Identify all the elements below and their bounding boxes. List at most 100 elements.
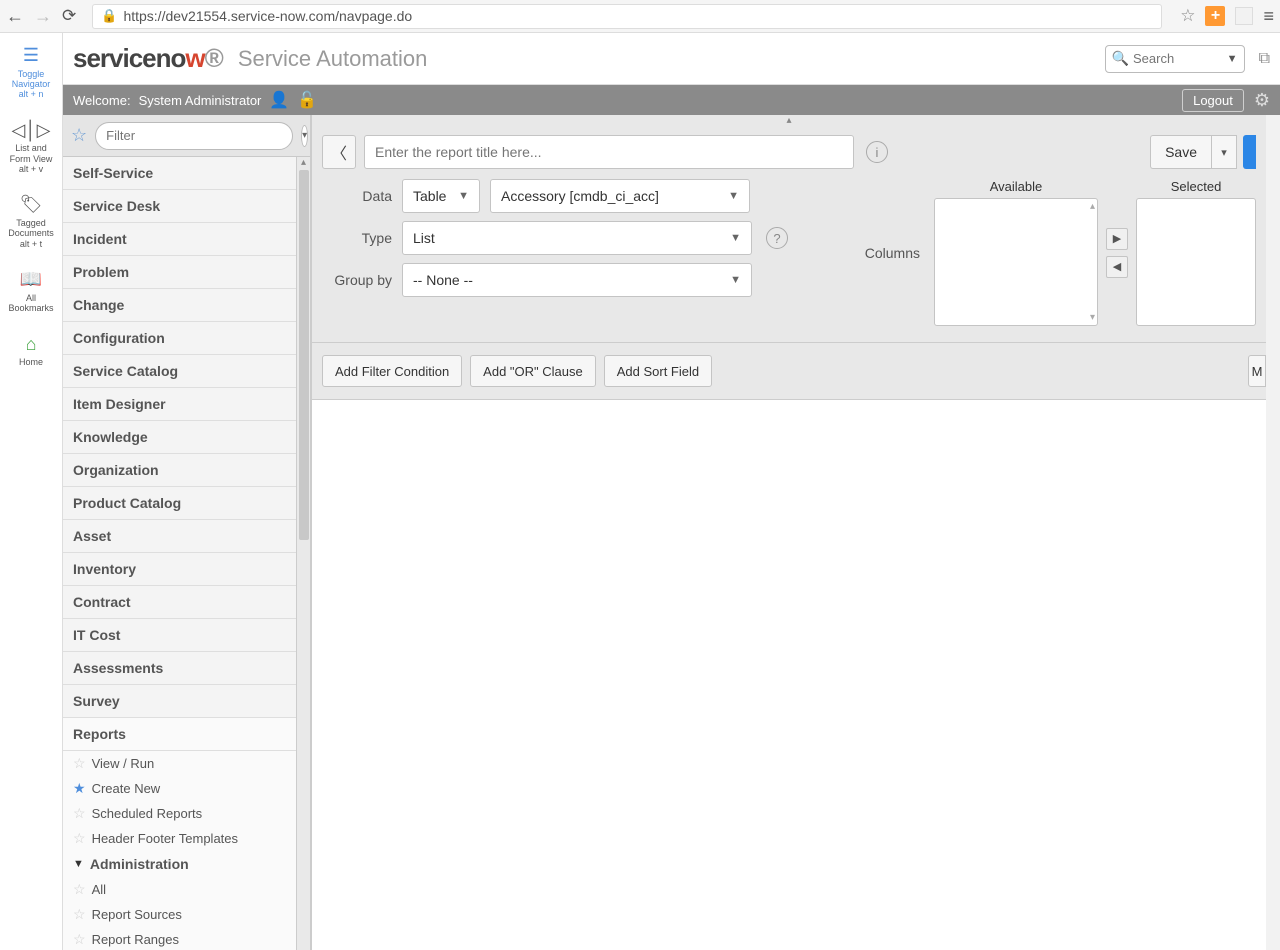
favorites-star-icon[interactable]: ☆: [71, 125, 87, 146]
global-search-input[interactable]: [1133, 51, 1223, 66]
move-left-button[interactable]: ◀: [1106, 256, 1128, 278]
selected-columns-list[interactable]: [1136, 198, 1256, 326]
navigator-list[interactable]: Self-Service Service Desk Incident Probl…: [63, 157, 296, 950]
home-button[interactable]: ⌂ Home: [3, 328, 59, 376]
available-columns-list[interactable]: ▴ ▾: [934, 198, 1098, 326]
nav-link-scheduled-reports[interactable]: ☆Scheduled Reports: [63, 801, 296, 826]
lock-icon: 🔒: [101, 8, 117, 24]
more-button[interactable]: M: [1248, 355, 1266, 387]
nav-section-survey[interactable]: Survey: [63, 685, 296, 718]
nav-link-report-sources[interactable]: ☆Report Sources: [63, 902, 296, 927]
chevron-down-icon[interactable]: ▼: [1227, 53, 1238, 65]
nav-section-reports[interactable]: Reports: [63, 718, 296, 751]
columns-field-label: Columns: [865, 188, 926, 318]
bookmark-star-icon[interactable]: ☆: [1180, 6, 1195, 26]
browser-address-bar[interactable]: 🔒 https://dev21554.service-now.com/navpa…: [92, 4, 1162, 29]
toggle-navigator-button[interactable]: ☰ Toggle Navigatoralt + n: [3, 39, 59, 108]
browser-url: https://dev21554.service-now.com/navpage…: [123, 8, 1153, 24]
addthis-extension-icon[interactable]: +: [1205, 6, 1225, 26]
browser-reload-button[interactable]: ⟳: [62, 6, 76, 26]
save-button[interactable]: Save: [1150, 135, 1211, 169]
nav-section-configuration[interactable]: Configuration: [63, 322, 296, 355]
welcome-bar: Welcome: System Administrator 👤 🔓 Logout…: [63, 85, 1280, 115]
nav-section-problem[interactable]: Problem: [63, 256, 296, 289]
add-or-clause-button[interactable]: Add "OR" Clause: [470, 355, 596, 387]
left-icon-rail: ☰ Toggle Navigatoralt + n ◁│▷ List and F…: [0, 33, 63, 950]
nav-section-item-designer[interactable]: Item Designer: [63, 388, 296, 421]
groupby-select[interactable]: -- None --▼: [402, 263, 752, 297]
nav-link-header-footer-templates[interactable]: ☆Header Footer Templates: [63, 826, 296, 851]
type-select[interactable]: List▼: [402, 221, 752, 255]
nav-section-asset[interactable]: Asset: [63, 520, 296, 553]
available-label: Available: [990, 179, 1043, 194]
browser-profile-button[interactable]: [1235, 7, 1253, 25]
star-icon: ☆: [73, 931, 86, 948]
nav-section-it-cost[interactable]: IT Cost: [63, 619, 296, 652]
nav-subhead-administration[interactable]: ▼Administration: [63, 851, 296, 877]
app-header: servicenow® Service Automation 🔍 ▼ ⧉: [63, 33, 1280, 85]
nav-section-incident[interactable]: Incident: [63, 223, 296, 256]
browser-back-button[interactable]: ←: [6, 6, 24, 27]
navigator-options-button[interactable]: ▾: [301, 125, 308, 147]
nav-link-all[interactable]: ☆All: [63, 877, 296, 902]
browser-menu-icon[interactable]: ≡: [1263, 6, 1274, 27]
add-filter-condition-button[interactable]: Add Filter Condition: [322, 355, 462, 387]
welcome-label: Welcome:: [73, 93, 131, 108]
info-icon[interactable]: i: [866, 141, 888, 163]
global-search-box[interactable]: 🔍 ▼: [1105, 45, 1245, 73]
list-form-view-button[interactable]: ◁│▷ List and Form Viewalt + v: [3, 114, 59, 183]
add-sort-field-button[interactable]: Add Sort Field: [604, 355, 712, 387]
tagged-documents-button[interactable]: 🏷 Tagged Documentsalt + t: [3, 188, 59, 257]
popout-icon[interactable]: ⧉: [1259, 50, 1270, 68]
servicenow-logo: servicenow®: [73, 43, 223, 74]
caret-down-icon: ▼: [73, 858, 84, 870]
type-help-icon[interactable]: ?: [766, 227, 788, 249]
nav-section-change[interactable]: Change: [63, 289, 296, 322]
chevron-down-icon: ▼: [730, 232, 741, 244]
nav-link-view-run[interactable]: ☆View / Run: [63, 751, 296, 776]
nav-section-self-service[interactable]: Self-Service: [63, 157, 296, 190]
type-field-label: Type: [322, 230, 392, 246]
nav-section-inventory[interactable]: Inventory: [63, 553, 296, 586]
nav-section-service-catalog[interactable]: Service Catalog: [63, 355, 296, 388]
filter-conditions-panel: Add Filter Condition Add "OR" Clause Add…: [312, 343, 1266, 400]
home-icon: ⌂: [26, 334, 37, 355]
all-bookmarks-button[interactable]: 📖 All Bookmarks: [3, 263, 59, 321]
nav-section-knowledge[interactable]: Knowledge: [63, 421, 296, 454]
application-navigator: ☆ ▾ Self-Service Service Desk Incident P…: [63, 115, 311, 950]
scroll-up-icon[interactable]: ▴: [1090, 201, 1095, 212]
back-button[interactable]: 〈: [322, 135, 356, 169]
scroll-down-icon[interactable]: ▾: [1090, 312, 1095, 323]
nav-section-service-desk[interactable]: Service Desk: [63, 190, 296, 223]
split-view-icon: ◁│▷: [12, 120, 51, 141]
groupby-field-label: Group by: [322, 272, 392, 288]
navigator-scrollbar[interactable]: ▴: [296, 157, 310, 950]
report-title-input[interactable]: [364, 135, 854, 169]
star-icon: ☆: [73, 906, 86, 923]
user-icon[interactable]: 👤: [269, 90, 289, 110]
data-field-label: Data: [322, 188, 392, 204]
run-button[interactable]: [1243, 135, 1256, 169]
nav-link-report-ranges[interactable]: ☆Report Ranges: [63, 927, 296, 950]
data-kind-select[interactable]: Table▼: [402, 179, 480, 213]
welcome-user: System Administrator: [139, 93, 262, 108]
search-icon: 🔍: [1112, 50, 1129, 67]
browser-forward-button[interactable]: →: [34, 6, 52, 27]
nav-section-assessments[interactable]: Assessments: [63, 652, 296, 685]
star-icon: ☆: [73, 830, 86, 847]
gear-icon[interactable]: ⚙: [1254, 90, 1270, 111]
nav-section-contract[interactable]: Contract: [63, 586, 296, 619]
move-right-button[interactable]: ▶: [1106, 228, 1128, 250]
nav-link-create-new[interactable]: ★Create New: [63, 776, 296, 801]
star-icon: ★: [73, 780, 86, 797]
nav-section-product-catalog[interactable]: Product Catalog: [63, 487, 296, 520]
page-scrollbar[interactable]: [1266, 115, 1280, 950]
data-table-select[interactable]: Accessory [cmdb_ci_acc]▼: [490, 179, 750, 213]
logout-button[interactable]: Logout: [1182, 89, 1244, 112]
frame-resize-handle[interactable]: ▴: [312, 115, 1266, 125]
nav-section-organization[interactable]: Organization: [63, 454, 296, 487]
navigator-filter-input[interactable]: [95, 122, 293, 150]
navigator-filter-bar: ☆ ▾: [63, 115, 310, 157]
save-dropdown-button[interactable]: ▾: [1211, 135, 1237, 169]
lock-icon[interactable]: 🔓: [297, 90, 317, 110]
